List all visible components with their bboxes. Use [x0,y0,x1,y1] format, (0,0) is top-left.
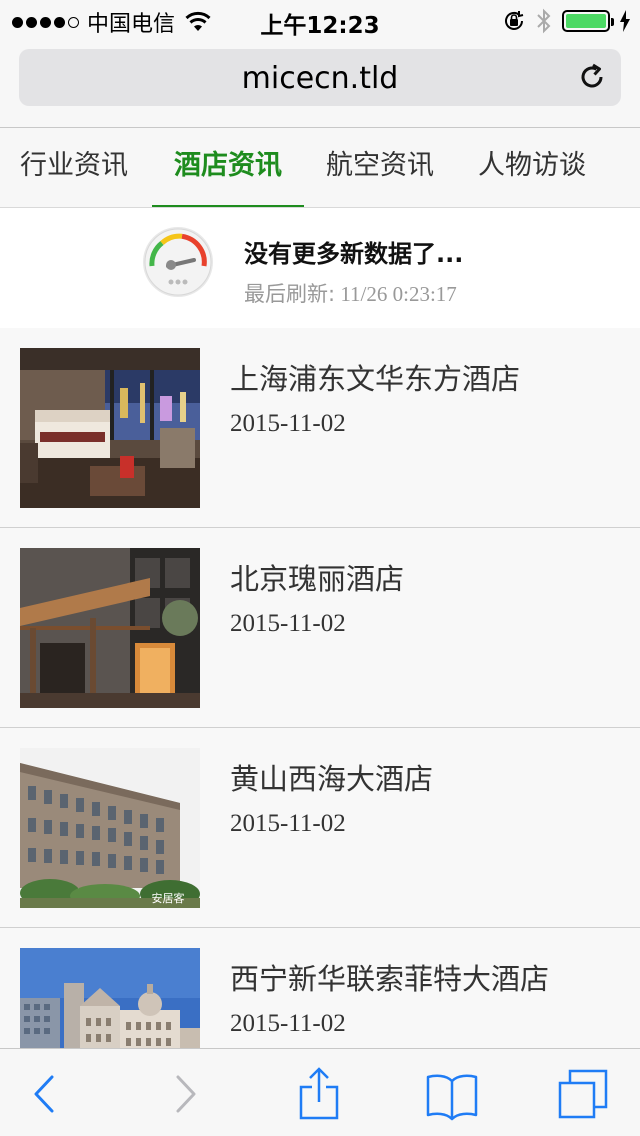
photo-watermark: 安居客 [152,891,185,905]
browser-toolbar [0,1048,640,1136]
list-item[interactable]: 西宁新华联索菲特大酒店 2015-11-02 [0,928,640,1048]
article-thumbnail[interactable] [20,948,200,1048]
hotel-entrance-photo [20,548,200,708]
article-date: 2015-11-02 [230,1010,346,1037]
charging-bolt-icon [620,10,630,32]
tab-hotel-news[interactable]: 酒店资讯 [152,128,304,207]
status-bar: 中国电信 上午12:23 [0,0,640,40]
list-item[interactable]: 安居客 黄山西海大酒店 2015-11-02 [0,728,640,928]
article-title[interactable]: 黄山西海大酒店 [230,756,433,798]
article-thumbnail[interactable] [20,548,200,708]
back-icon[interactable] [20,1067,76,1121]
article-thumbnail[interactable] [20,348,200,508]
article-thumbnail[interactable]: 安居客 [20,748,200,908]
hotel-building-photo: 安居客 [20,748,200,908]
article-title[interactable]: 西宁新华联索菲特大酒店 [230,956,549,998]
battery-icon [562,10,614,32]
last-refresh-label: 最后刷新: [244,282,336,306]
tab-overflow[interactable]: 人 [608,128,640,207]
category-tabs: 行业资讯 酒店资讯 航空资讯 人物访谈 人 [0,128,640,208]
screen: 中国电信 上午12:23 micecn.tld 行业资讯 酒店资讯 航空资讯 人… [0,0,640,1136]
refresh-status-text: 没有更多新数据了... [244,240,464,268]
tab-industry-news[interactable]: 行业资讯 [0,128,152,207]
tab-aviation-news[interactable]: 航空资讯 [304,128,456,207]
hotel-room-photo [20,348,200,508]
article-title[interactable]: 北京瑰丽酒店 [230,556,404,598]
list-item[interactable]: 北京瑰丽酒店 2015-11-02 [0,528,640,728]
tab-interviews[interactable]: 人物访谈 [456,128,608,207]
address-bar-area: micecn.tld [0,40,640,128]
article-title[interactable]: 上海浦东文华东方酒店 [230,356,520,398]
share-icon[interactable] [291,1067,347,1121]
tabs-icon[interactable] [556,1067,612,1121]
article-date: 2015-11-02 [230,410,346,437]
article-date: 2015-11-02 [230,610,346,637]
article-list: 上海浦东文华东方酒店 2015-11-02 北京瑰丽酒店 2015-11-02 … [0,328,640,1048]
speedometer-icon [143,227,213,297]
bluetooth-icon [537,8,551,34]
orientation-lock-icon [505,11,524,30]
last-refresh-value: 11/26 0:23:17 [340,282,457,306]
bookmarks-icon[interactable] [424,1067,480,1121]
forward-icon[interactable] [156,1067,212,1121]
pull-to-refresh-header: 没有更多新数据了... 最后刷新: 11/26 0:23:17 [0,208,640,328]
url-text[interactable]: micecn.tld [19,61,621,96]
article-date: 2015-11-02 [230,810,346,837]
city-skyline-photo [20,948,200,1048]
reload-icon[interactable] [577,62,607,92]
list-item[interactable]: 上海浦东文华东方酒店 2015-11-02 [0,328,640,528]
last-refresh-time: 最后刷新: 11/26 0:23:17 [244,278,457,308]
address-bar[interactable]: micecn.tld [19,49,621,106]
